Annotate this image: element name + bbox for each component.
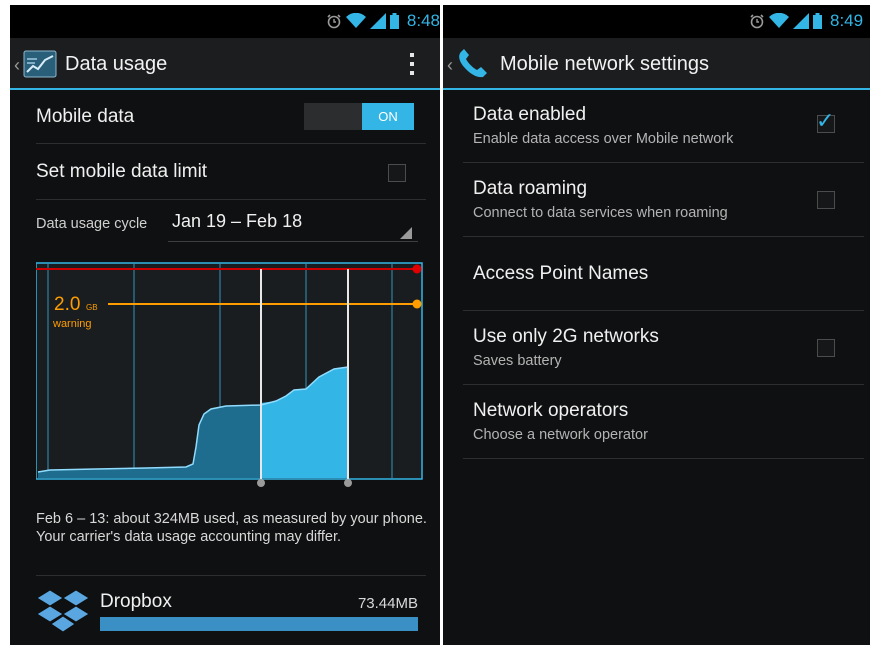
data-usage-settings-icon[interactable] — [23, 50, 57, 78]
pref-title: Use only 2G networks — [473, 326, 659, 347]
row-divider — [463, 384, 864, 385]
status-bar: 8:49 — [443, 5, 870, 38]
signal-icon — [369, 13, 386, 29]
data-warning-handle[interactable] — [412, 299, 422, 309]
mobile-data-label: Mobile data — [36, 106, 135, 127]
app-name: Dropbox — [100, 591, 172, 612]
alarm-icon — [327, 14, 341, 29]
battery-icon — [813, 13, 822, 29]
up-caret-icon[interactable]: ‹ — [447, 55, 453, 76]
spinner-arrow-icon — [400, 227, 412, 239]
data-usage-cycle-spinner[interactable]: Jan 19 – Feb 18 — [172, 211, 302, 232]
app-usage-bar — [100, 617, 418, 631]
up-caret-icon[interactable]: ‹ — [14, 55, 20, 76]
wifi-icon — [769, 13, 789, 28]
pref-summary: Enable data access over Mobile network — [473, 131, 734, 147]
status-bar: 8:48 — [10, 5, 440, 38]
phone-icon[interactable] — [456, 48, 492, 80]
pref-summary: Choose a network operator — [473, 427, 648, 443]
row-divider — [36, 199, 426, 200]
wifi-icon — [345, 13, 366, 28]
pref-title: Data enabled — [473, 104, 587, 125]
pref-title: Data roaming — [473, 178, 588, 199]
row-divider — [463, 458, 864, 459]
status-time: 8:49 — [830, 11, 864, 30]
data-limit-label: Set mobile data limit — [36, 161, 208, 182]
overflow-menu-icon[interactable] — [408, 52, 416, 76]
mobile-data-toggle[interactable]: ON — [304, 103, 414, 130]
page-title: Data usage — [65, 53, 168, 75]
warning-text-label: warning — [52, 318, 92, 330]
data-enabled-checkbox[interactable]: ✓ — [816, 108, 835, 133]
toggle-on-label: ON — [362, 103, 414, 130]
pref-summary: Connect to data services when roaming — [473, 205, 728, 221]
status-time: 8:48 — [406, 11, 440, 30]
warning-unit-label: GB — [86, 303, 98, 312]
signal-icon — [793, 13, 809, 29]
action-bar: ‹ Mobile network settings — [443, 38, 870, 88]
app-data-amount: 73.44MB — [357, 595, 418, 612]
page-title: Mobile network settings — [500, 53, 709, 75]
pref-summary: Saves battery — [473, 353, 562, 369]
pref-title: Network operators — [473, 400, 629, 421]
app-usage-bar-fill — [100, 617, 418, 631]
data-roaming-checkbox[interactable] — [817, 191, 835, 209]
action-bar-divider — [10, 88, 440, 90]
row-divider — [463, 162, 864, 163]
row-divider — [463, 310, 864, 311]
check-mark-icon: ✓ — [816, 108, 835, 133]
row-divider — [463, 236, 864, 237]
data-usage-cycle-label: Data usage cycle — [36, 216, 148, 232]
sweep-left-handle[interactable] — [257, 479, 265, 487]
pref-title: Access Point Names — [473, 263, 649, 284]
data-usage-chart[interactable]: 2.0 GB warning — [36, 259, 428, 489]
spinner-underline — [168, 241, 418, 242]
data-limit-handle[interactable] — [412, 264, 422, 274]
data-limit-checkbox[interactable] — [388, 164, 406, 182]
usage-summary-text: Feb 6 – 13: about 324MB used, as measure… — [36, 511, 427, 545]
sweep-right-handle[interactable] — [344, 479, 352, 487]
row-divider — [36, 575, 426, 576]
warning-value-label: 2.0 — [54, 294, 80, 315]
use-only-2g-checkbox[interactable] — [817, 339, 835, 357]
alarm-icon — [750, 14, 764, 29]
mobile-network-settings-screen: 8:49 ‹ Mobile network settings Data enab… — [443, 5, 870, 645]
battery-icon — [389, 13, 399, 29]
dropbox-icon — [36, 589, 90, 633]
data-usage-screen: 8:48 ‹ Data usage Mobile data ON Set mob… — [10, 5, 440, 645]
action-bar: ‹ Data usage — [10, 38, 440, 88]
row-divider — [36, 143, 426, 144]
action-bar-divider — [443, 88, 870, 90]
